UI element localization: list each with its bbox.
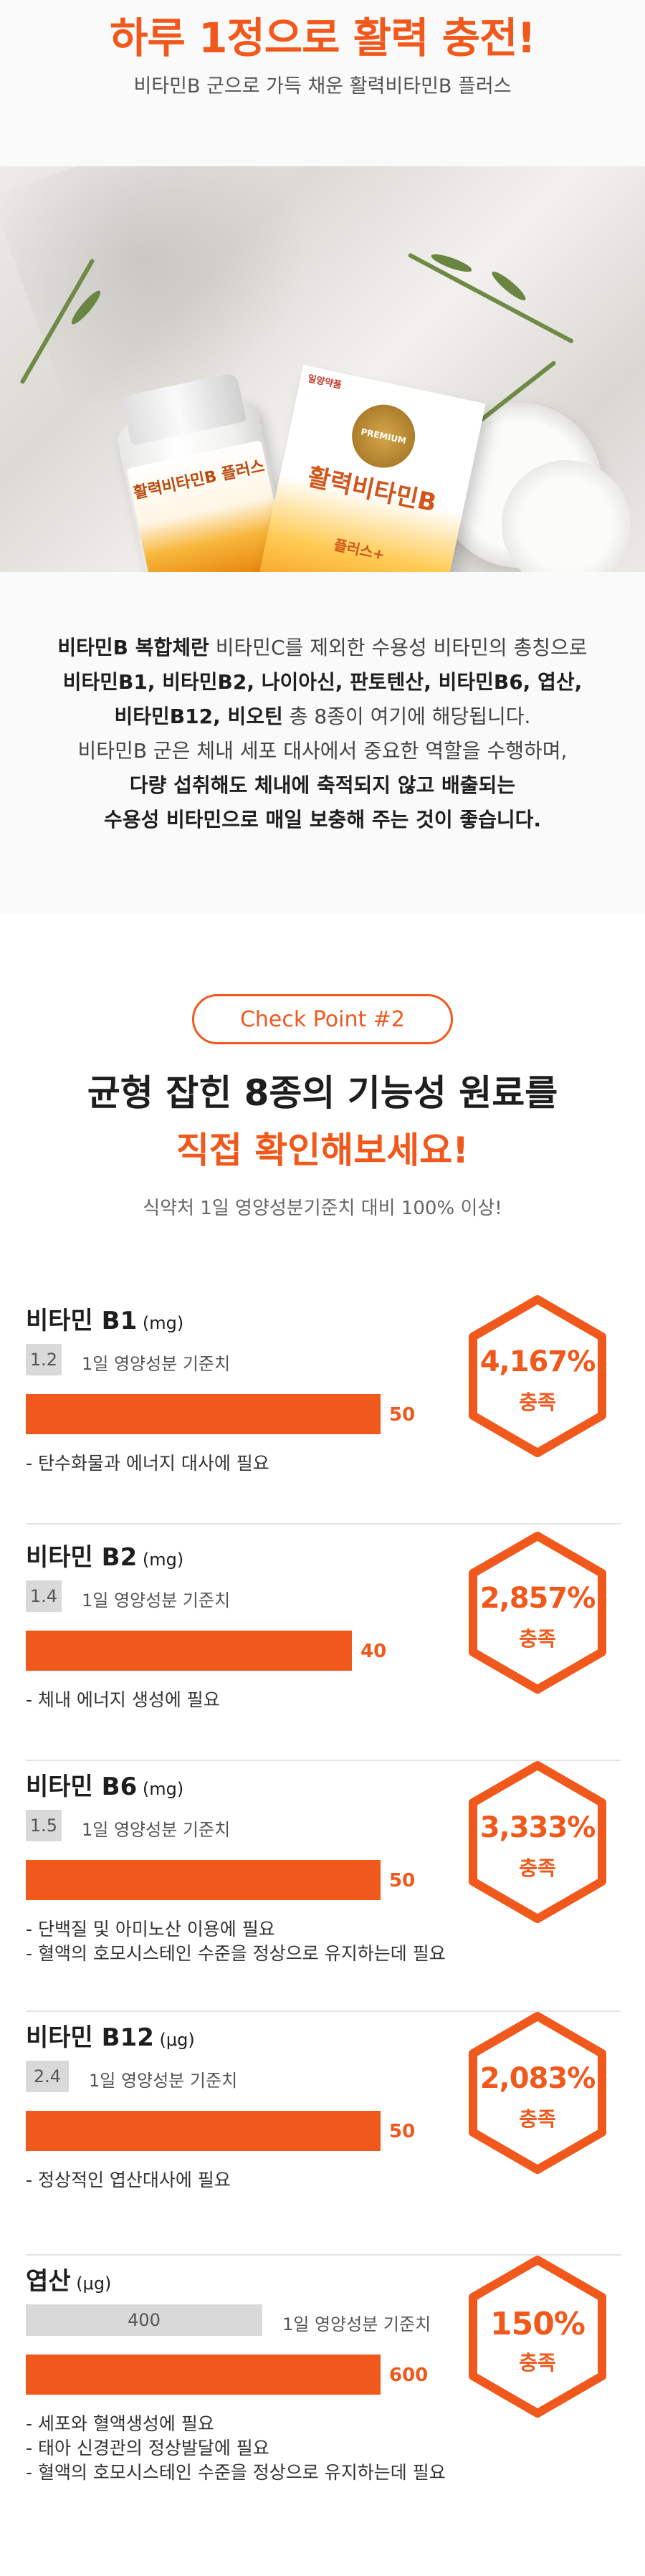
check-point-pill: Check Point #2 xyxy=(192,994,453,1044)
note-line: - 혈액의 호모시스테인 수준을 정상으로 유지하는데 필요 xyxy=(26,2462,446,2483)
intro-text: 비타민C를 제외한 수용성 비타민의 총칭으로 xyxy=(209,636,588,659)
percent-caption: 충족 xyxy=(519,1390,556,1414)
plant-stem xyxy=(407,252,574,344)
percent-value: 4,167% xyxy=(479,1345,596,1378)
intro-text: 비타민B 군은 체내 세포 대사에서 중요한 역할을 수행하며, xyxy=(77,739,568,763)
nutrient-row: 비타민 B12 (μg) 2.4 1일 영양성분 기준치 50 - 정상적인 엽산대사에… xyxy=(0,2012,645,2261)
note-line: - 단백질 및 아미노산 이용에 필요 xyxy=(26,1919,275,1940)
nutrient-unit: (μg) xyxy=(70,2274,112,2294)
product-box: 일양약품 PREMIUM 활력비타민B 플러스+ xyxy=(245,365,486,572)
reference-bar: 2.4 xyxy=(26,2061,69,2092)
amount-bar xyxy=(26,2111,381,2151)
amount-bar xyxy=(26,1860,381,1900)
nutrient-name-text: 비타민 B6 xyxy=(26,1773,138,1801)
reference-label: 1일 영양성분 기준치 xyxy=(89,2071,238,2091)
intro-bold: 수용성 비타민으로 매일 보충해 주는 것이 좋습니다. xyxy=(103,808,542,831)
intro-bold: 다량 섭취해도 체내에 축적되지 않고 배출되는 xyxy=(129,773,516,797)
nutrient-name: 엽산 (μg) xyxy=(26,2261,111,2296)
amount-bar xyxy=(26,2355,381,2395)
reference-label: 1일 영양성분 기준치 xyxy=(82,1354,231,1374)
nutrient-name-text: 비타민 B2 xyxy=(26,1543,138,1572)
reference-bar: 1.2 xyxy=(26,1344,62,1375)
note-line: - 체내 에너지 생성에 필요 xyxy=(26,1689,220,1710)
percent-value: 2,857% xyxy=(479,1582,596,1615)
check-point-section: Check Point #2 균형 잡힌 8종의 기능성 원료를 직접 확인해보… xyxy=(0,914,645,2576)
nutrient-row: 엽산 (μg) 400 1일 영양성분 기준치 600- 세포와 혈액생성에 필요 - … xyxy=(0,2256,645,2562)
nutrient-name: 비타민 B2 (mg) xyxy=(26,1537,183,1573)
intro-paragraph: 비타민B 복합체란 비타민C를 제외한 수용성 비타민의 총칭으로 비타민B1,… xyxy=(0,631,645,837)
page: 하루 1정으로 활력 충전! 비타민B 군으로 가득 채운 활력비타민B 플러스… xyxy=(0,0,645,2576)
bottle-label-text: 활력비타민B 플러스 xyxy=(132,457,267,503)
amount-bar xyxy=(26,1394,381,1434)
box-brand: 일양약품 xyxy=(306,373,343,391)
nutrient-row: 비타민 B1 (mg) 1.2 1일 영양성분 기준치 50 - 탄수화물과 에너지 대… xyxy=(0,1295,645,1530)
nutrient-unit: (μg) xyxy=(153,2030,195,2050)
intro-text: 총 8종이 여기에 해당됩니다. xyxy=(282,705,531,728)
reference-bar: 400 xyxy=(26,2304,262,2336)
nutrient-name-text: 엽산 xyxy=(26,2267,71,2296)
amount-value: 40 xyxy=(360,1641,387,1662)
nutrient-name: 비타민 B12 (μg) xyxy=(26,2018,195,2053)
nutrient-notes: - 정상적인 엽산대사에 필요 xyxy=(26,2168,231,2193)
nutrient-name-text: 비타민 B12 xyxy=(26,2023,154,2052)
row-divider xyxy=(26,1523,621,1525)
reference-label: 1일 영양성분 기준치 xyxy=(82,1820,231,1840)
percent-hexagon: 4,167% 충족 xyxy=(466,1294,609,1459)
amount-value: 50 xyxy=(389,2121,416,2142)
nutrient-unit: (mg) xyxy=(137,1779,184,1799)
intro-bold: 비타민B1, 비타민B2, 나이아신, 판토텐산, 비타민B6, 엽산, xyxy=(62,670,583,694)
percent-value: 3,333% xyxy=(479,1811,596,1844)
intro-bold: 비타민B 복합체란 xyxy=(57,636,209,659)
percent-hexagon: 3,333% 충족 xyxy=(466,1760,609,1924)
reference-bar: 1.4 xyxy=(26,1580,62,1612)
nutrient-name: 비타민 B6 (mg) xyxy=(26,1767,183,1802)
percent-hexagon: 150% 충족 xyxy=(466,2254,609,2419)
percent-value: 2,083% xyxy=(479,2062,596,2095)
percent-hexagon: 2,857% 충족 xyxy=(466,1530,609,1695)
percent-hexagon: 2,083% 충족 xyxy=(466,2010,609,2175)
note-line: - 탄수화물과 에너지 대사에 필요 xyxy=(26,1453,269,1474)
intro-bold: 비타민B12, 비오틴 xyxy=(114,705,283,728)
note-line: - 세포와 혈액생성에 필요 xyxy=(26,2413,214,2434)
premium-badge: PREMIUM xyxy=(345,399,421,474)
amount-value: 50 xyxy=(389,1404,416,1426)
nutrient-notes: - 세포와 혈액생성에 필요 - 태아 신경관의 정상발달에 필요 - 혈액의 호모… xyxy=(26,2412,446,2485)
percent-caption: 충족 xyxy=(519,1627,556,1651)
note-line: - 정상적인 엽산대사에 필요 xyxy=(26,2170,231,2190)
section-heading: 균형 잡힌 8종의 기능성 원료를 xyxy=(87,1072,558,1114)
nutrient-row: 비타민 B6 (mg) 1.5 1일 영양성분 기준치 50 - 단백질 및 아미노산 … xyxy=(0,1761,645,2018)
product-photo: 활력비타민B 플러스 일양약품 PREMIUM 활력비타민B 플러스+ xyxy=(0,166,645,572)
section-subheading: 식약처 1일 영양성분기준치 대비 100% 이상! xyxy=(143,1198,502,1219)
nutrient-notes: - 체내 에너지 생성에 필요 xyxy=(26,1688,220,1712)
note-line: - 혈액의 호모시스테인 수준을 정상으로 유지하는데 필요 xyxy=(26,1943,446,1964)
amount-value: 50 xyxy=(389,1870,416,1892)
nutrient-name-text: 비타민 B1 xyxy=(26,1307,138,1335)
reference-label: 1일 영양성분 기준치 xyxy=(282,2314,431,2334)
nutrient-unit: (mg) xyxy=(137,1313,184,1333)
box-product-sub: 플러스+ xyxy=(332,535,387,564)
nutrient-row: 비타민 B2 (mg) 1.4 1일 영양성분 기준치 40 - 체내 에너지 생성에 … xyxy=(0,1532,645,1767)
nutrient-notes: - 탄수화물과 에너지 대사에 필요 xyxy=(26,1451,269,1476)
nutrient-name: 비타민 B1 (mg) xyxy=(26,1301,183,1336)
note-line: - 태아 신경관의 정상발달에 필요 xyxy=(26,2438,269,2458)
hero-title: 하루 1정으로 활력 충전! xyxy=(110,14,536,62)
reference-label: 1일 영양성분 기준치 xyxy=(82,1590,231,1611)
reference-bar: 1.5 xyxy=(26,1810,62,1841)
nutrient-notes: - 단백질 및 아미노산 이용에 필요 - 혈액의 호모시스테인 수준을 정상으로… xyxy=(26,1917,446,1966)
amount-bar xyxy=(26,1631,352,1671)
percent-caption: 충족 xyxy=(519,2351,556,2375)
percent-value: 150% xyxy=(490,2306,586,2342)
amount-value: 600 xyxy=(389,2365,429,2386)
section-heading-accent: 직접 확인해보세요! xyxy=(176,1130,469,1171)
nutrient-unit: (mg) xyxy=(137,1550,184,1570)
hero-subtitle: 비타민B 군으로 가득 채운 활력비타민B 플러스 xyxy=(133,75,512,97)
intro-section: 하루 1정으로 활력 충전! 비타민B 군으로 가득 채운 활력비타민B 플러스… xyxy=(0,0,645,914)
percent-caption: 충족 xyxy=(519,2107,556,2131)
box-product-name: 활력비타민B xyxy=(305,462,439,518)
percent-caption: 충족 xyxy=(519,1856,556,1880)
